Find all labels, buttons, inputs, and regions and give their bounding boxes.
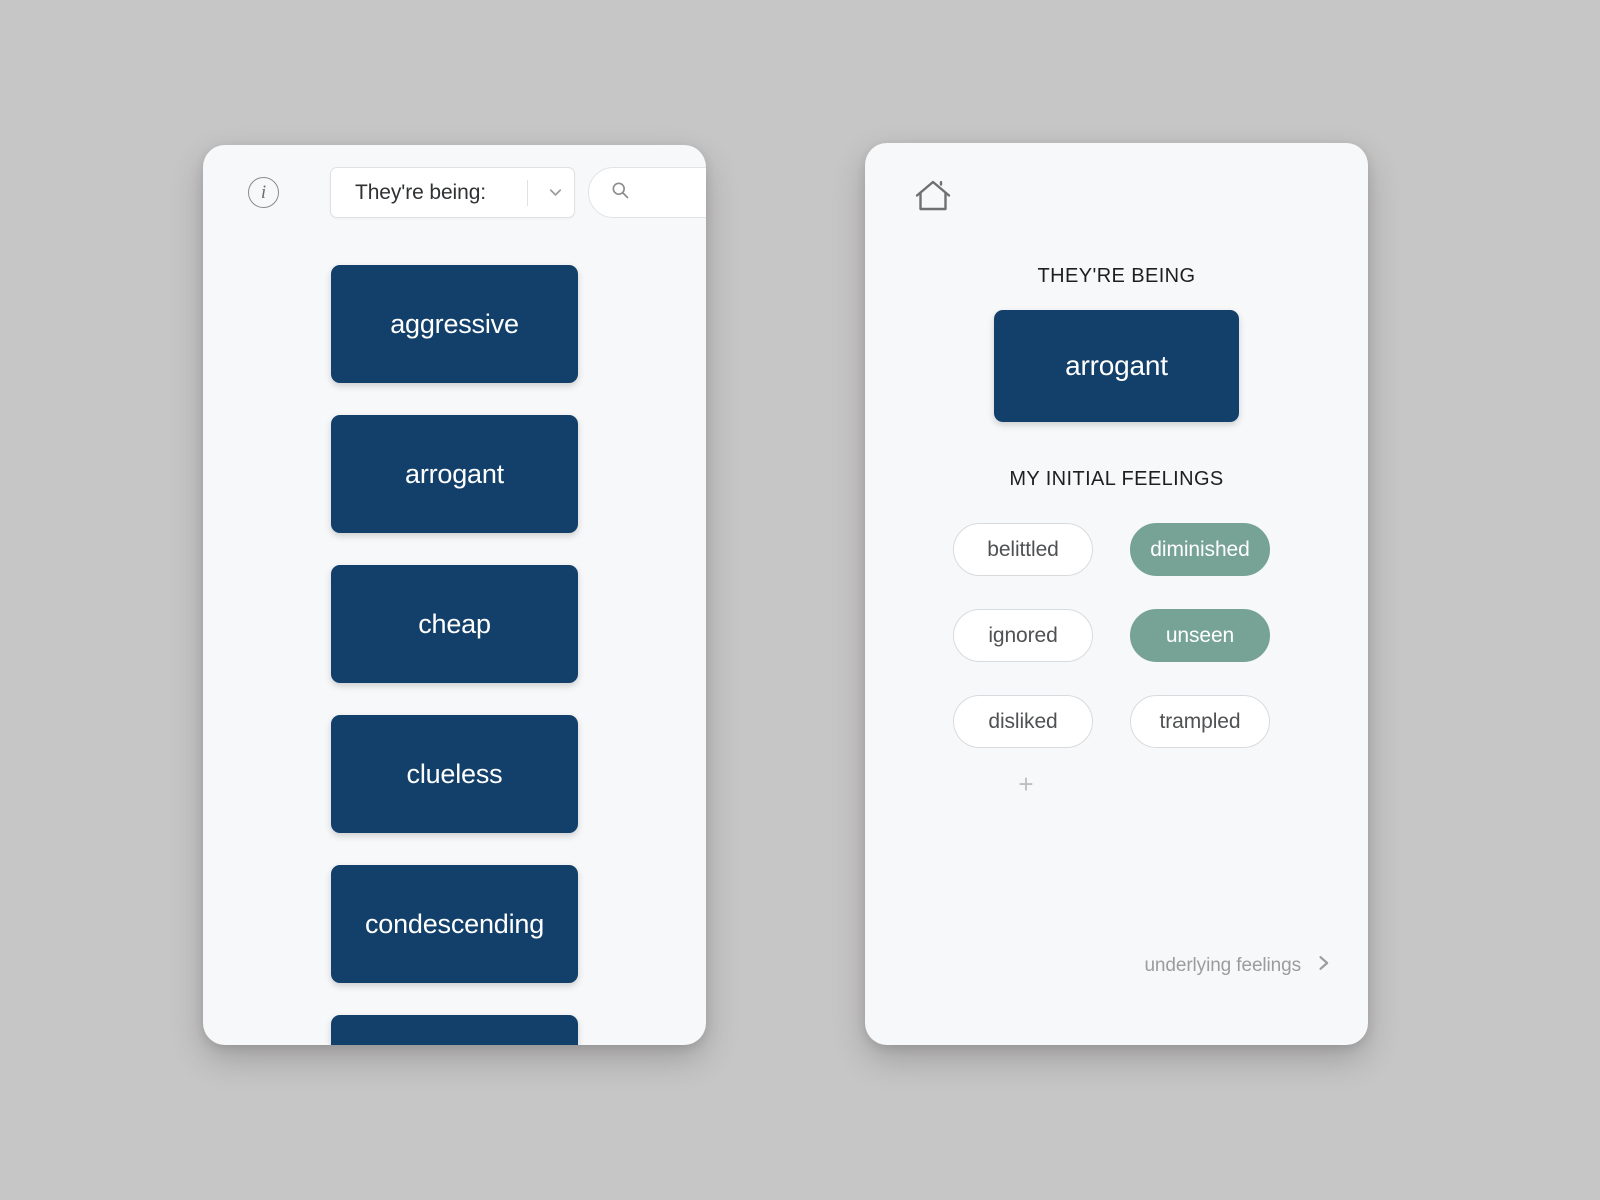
feeling-chip[interactable]: belittled xyxy=(953,523,1093,576)
chevron-right-icon xyxy=(1313,950,1333,982)
search-box[interactable] xyxy=(588,167,706,218)
feelings-chip-grid: belittled diminished ignored unseen disl… xyxy=(953,523,1283,748)
select-divider xyxy=(527,179,528,206)
feeling-chip[interactable]: unseen xyxy=(1130,609,1270,662)
feelings-panel: THEY'RE BEING arrogant MY INITIAL FEELIN… xyxy=(865,143,1368,1045)
add-feeling-button[interactable]: + xyxy=(961,771,1091,797)
feeling-chip[interactable]: ignored xyxy=(953,609,1093,662)
word-list-panel: i They're being: aggressive arrogant che… xyxy=(203,145,706,1045)
underlying-feelings-link[interactable]: underlying feelings xyxy=(1144,950,1333,982)
word-button[interactable]: cheap xyxy=(331,565,578,683)
underlying-feelings-label: underlying feelings xyxy=(1144,955,1301,976)
word-button[interactable]: condescending xyxy=(331,865,578,983)
word-button[interactable]: aggressive xyxy=(331,265,578,383)
initial-feelings-label: MY INITIAL FEELINGS xyxy=(1009,468,1224,490)
search-icon xyxy=(610,180,630,205)
info-icon[interactable]: i xyxy=(248,177,279,208)
left-panel-header: i They're being: xyxy=(203,145,706,240)
category-select-label: They're being: xyxy=(355,180,487,204)
word-button-list: aggressive arrogant cheap clueless conde… xyxy=(203,240,706,1045)
word-button-partial[interactable] xyxy=(331,1015,578,1045)
category-select[interactable]: They're being: xyxy=(330,167,575,218)
chevron-down-icon[interactable] xyxy=(544,183,574,202)
feeling-chip[interactable]: trampled xyxy=(1130,695,1270,748)
word-button[interactable]: arrogant xyxy=(331,415,578,533)
home-icon[interactable] xyxy=(913,178,953,216)
word-button[interactable]: clueless xyxy=(331,715,578,833)
selected-word-button[interactable]: arrogant xyxy=(994,310,1239,422)
theyre-being-label: THEY'RE BEING xyxy=(1037,265,1196,287)
feeling-chip[interactable]: diminished xyxy=(1130,523,1270,576)
search-input[interactable] xyxy=(638,182,706,203)
feeling-chip[interactable]: disliked xyxy=(953,695,1093,748)
